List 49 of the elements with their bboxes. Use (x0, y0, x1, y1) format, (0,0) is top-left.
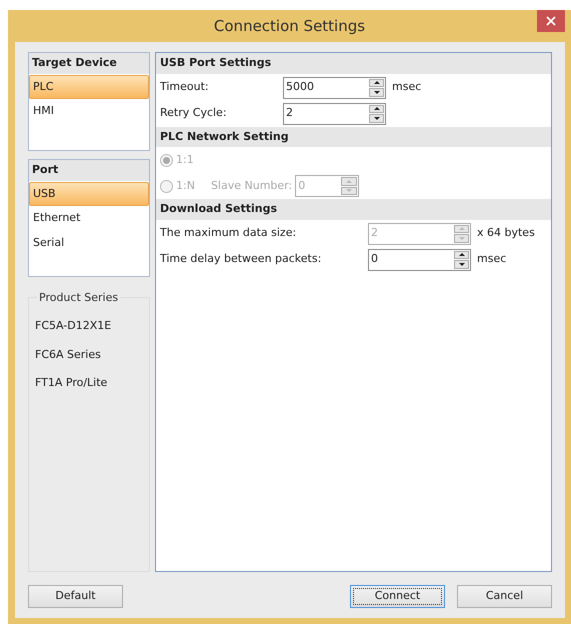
number-field[interactable]: 5000 (284, 78, 368, 98)
field-label: Timeout: (160, 79, 210, 96)
field-label: Retry Cycle: (160, 105, 228, 122)
spin-up-button[interactable] (369, 104, 384, 113)
dialog-button[interactable]: Cancel (457, 585, 552, 608)
spin-up-button[interactable] (369, 78, 384, 87)
unit-label: msec (477, 251, 506, 268)
down-arrow-icon (458, 236, 466, 241)
list-item[interactable]: HMI (29, 99, 149, 124)
field-label: Time delay between packets: (160, 251, 322, 268)
up-arrow-icon (372, 106, 380, 112)
down-arrow-icon (372, 90, 380, 95)
number-field[interactable]: 0 (369, 250, 453, 270)
up-arrow-icon (458, 226, 466, 232)
series-item: FT1A Pro/Lite (35, 375, 108, 391)
up-arrow-icon (458, 252, 466, 258)
spin-up-button[interactable] (454, 250, 469, 259)
list-header: Port (29, 160, 149, 182)
list-item[interactable]: USB (29, 182, 149, 206)
spin-box[interactable]: 0 (368, 248, 471, 270)
list-item[interactable]: Serial (29, 230, 149, 255)
section-header: Download Settings (156, 199, 551, 220)
series-item: FC6A Series (35, 346, 102, 362)
spin-box[interactable]: 5000 (283, 76, 386, 98)
dialog-button[interactable]: Default (28, 585, 123, 608)
field-label: Slave Number: (210, 178, 292, 194)
down-arrow-icon (372, 116, 380, 121)
close-button[interactable] (537, 10, 565, 32)
dialog-button[interactable]: Connect (350, 585, 445, 608)
unit-label: x 64 bytes (477, 225, 535, 242)
close-icon (546, 16, 556, 26)
up-arrow-icon (345, 178, 354, 184)
spin-down-button[interactable] (454, 260, 469, 268)
spin-box[interactable]: 2 (283, 102, 386, 124)
spin-down-button[interactable] (369, 114, 384, 122)
window-title: Connection Settings (214, 16, 366, 37)
field-label: The maximum data size: (160, 225, 298, 242)
section-header: USB Port Settings (156, 53, 551, 74)
list-header: Target Device (29, 53, 149, 74)
down-arrow-icon (345, 188, 354, 194)
list-item[interactable]: Ethernet (29, 206, 149, 230)
number-field[interactable]: 2 (284, 104, 368, 124)
spin-down-button[interactable] (369, 88, 384, 96)
down-arrow-icon (458, 262, 466, 267)
list-item[interactable]: PLC (29, 74, 149, 99)
up-arrow-icon (372, 80, 380, 86)
unit-label: msec (392, 79, 422, 96)
series-item: FC5A-D12X1E (35, 318, 112, 334)
section-header: PLC Network Setting (156, 126, 551, 148)
